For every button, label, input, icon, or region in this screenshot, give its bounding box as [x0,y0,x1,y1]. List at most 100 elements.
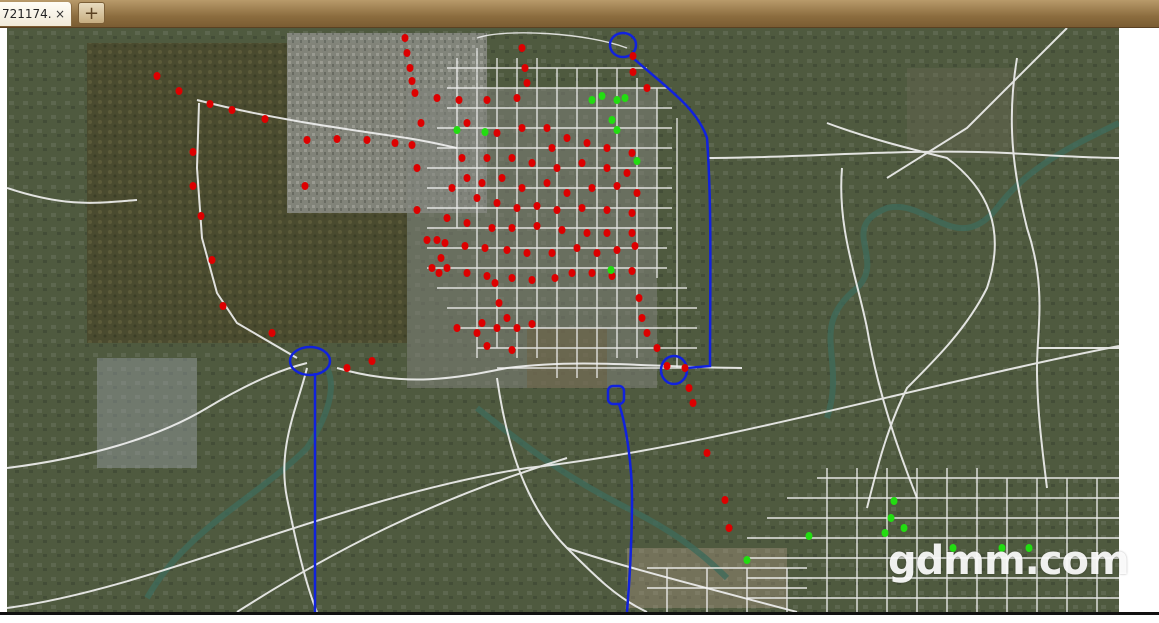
red-marker[interactable] [628,229,636,237]
new-tab-button[interactable]: + [78,2,105,24]
red-marker[interactable] [528,159,536,167]
red-marker[interactable] [623,169,631,177]
green-marker[interactable] [887,514,895,522]
red-marker[interactable] [703,449,711,457]
red-marker[interactable] [613,182,621,190]
red-marker[interactable] [725,524,733,532]
red-marker[interactable] [493,199,501,207]
red-marker[interactable] [603,206,611,214]
red-marker[interactable] [508,154,516,162]
red-marker[interactable] [583,229,591,237]
red-marker[interactable] [491,279,499,287]
red-marker[interactable] [417,119,425,127]
red-marker[interactable] [413,164,421,172]
red-marker[interactable] [523,79,531,87]
red-marker[interactable] [368,357,376,365]
green-marker[interactable] [881,529,889,537]
green-marker[interactable] [588,96,596,104]
red-marker[interactable] [463,119,471,127]
red-marker[interactable] [643,329,651,337]
red-marker[interactable] [219,302,227,310]
red-marker[interactable] [189,148,197,156]
red-marker[interactable] [613,246,621,254]
red-marker[interactable] [437,254,445,262]
red-marker[interactable] [461,242,469,250]
red-marker[interactable] [563,189,571,197]
red-marker[interactable] [303,136,311,144]
red-marker[interactable] [153,72,161,80]
red-marker[interactable] [553,164,561,172]
red-marker[interactable] [533,202,541,210]
red-marker[interactable] [558,226,566,234]
red-marker[interactable] [333,135,341,143]
red-marker[interactable] [553,206,561,214]
red-marker[interactable] [401,34,409,42]
red-marker[interactable] [513,324,521,332]
red-marker[interactable] [423,236,431,244]
red-marker[interactable] [363,136,371,144]
red-marker[interactable] [208,256,216,264]
red-marker[interactable] [631,242,639,250]
red-marker[interactable] [508,346,516,354]
red-marker[interactable] [629,52,637,60]
red-marker[interactable] [408,77,416,85]
red-marker[interactable] [593,249,601,257]
red-marker[interactable] [523,249,531,257]
red-marker[interactable] [578,204,586,212]
red-marker[interactable] [443,264,451,272]
red-marker[interactable] [508,224,516,232]
red-marker[interactable] [408,141,416,149]
red-marker[interactable] [463,219,471,227]
red-marker[interactable] [603,144,611,152]
red-marker[interactable] [478,179,486,187]
red-marker[interactable] [503,314,511,322]
red-marker[interactable] [681,364,689,372]
red-marker[interactable] [689,399,697,407]
red-marker[interactable] [448,184,456,192]
green-marker[interactable] [608,116,616,124]
red-marker[interactable] [588,184,596,192]
green-marker[interactable] [900,524,908,532]
red-marker[interactable] [197,212,205,220]
red-marker[interactable] [206,100,214,108]
red-marker[interactable] [463,174,471,182]
red-marker[interactable] [635,294,643,302]
red-marker[interactable] [495,299,503,307]
red-marker[interactable] [548,144,556,152]
red-marker[interactable] [483,154,491,162]
red-marker[interactable] [633,189,641,197]
red-marker[interactable] [483,96,491,104]
red-marker[interactable] [513,94,521,102]
green-marker[interactable] [453,126,461,134]
red-marker[interactable] [483,272,491,280]
red-marker[interactable] [455,96,463,104]
red-marker[interactable] [643,84,651,92]
red-marker[interactable] [493,129,501,137]
red-marker[interactable] [301,182,309,190]
red-marker[interactable] [403,49,411,57]
red-marker[interactable] [189,182,197,190]
red-marker[interactable] [628,209,636,217]
green-marker[interactable] [743,556,751,564]
red-marker[interactable] [533,222,541,230]
red-marker[interactable] [473,194,481,202]
red-marker[interactable] [573,244,581,252]
red-marker[interactable] [583,139,591,147]
red-marker[interactable] [433,94,441,102]
red-marker[interactable] [478,319,486,327]
green-marker[interactable] [613,96,621,104]
red-marker[interactable] [493,324,501,332]
red-marker[interactable] [685,384,693,392]
red-marker[interactable] [488,224,496,232]
green-marker[interactable] [805,532,813,540]
red-marker[interactable] [513,204,521,212]
red-marker[interactable] [228,106,236,114]
green-marker[interactable] [598,92,606,100]
red-marker[interactable] [413,206,421,214]
red-marker[interactable] [343,364,351,372]
red-marker[interactable] [628,149,636,157]
red-marker[interactable] [503,246,511,254]
red-marker[interactable] [638,314,646,322]
red-marker[interactable] [518,184,526,192]
red-marker[interactable] [391,139,399,147]
